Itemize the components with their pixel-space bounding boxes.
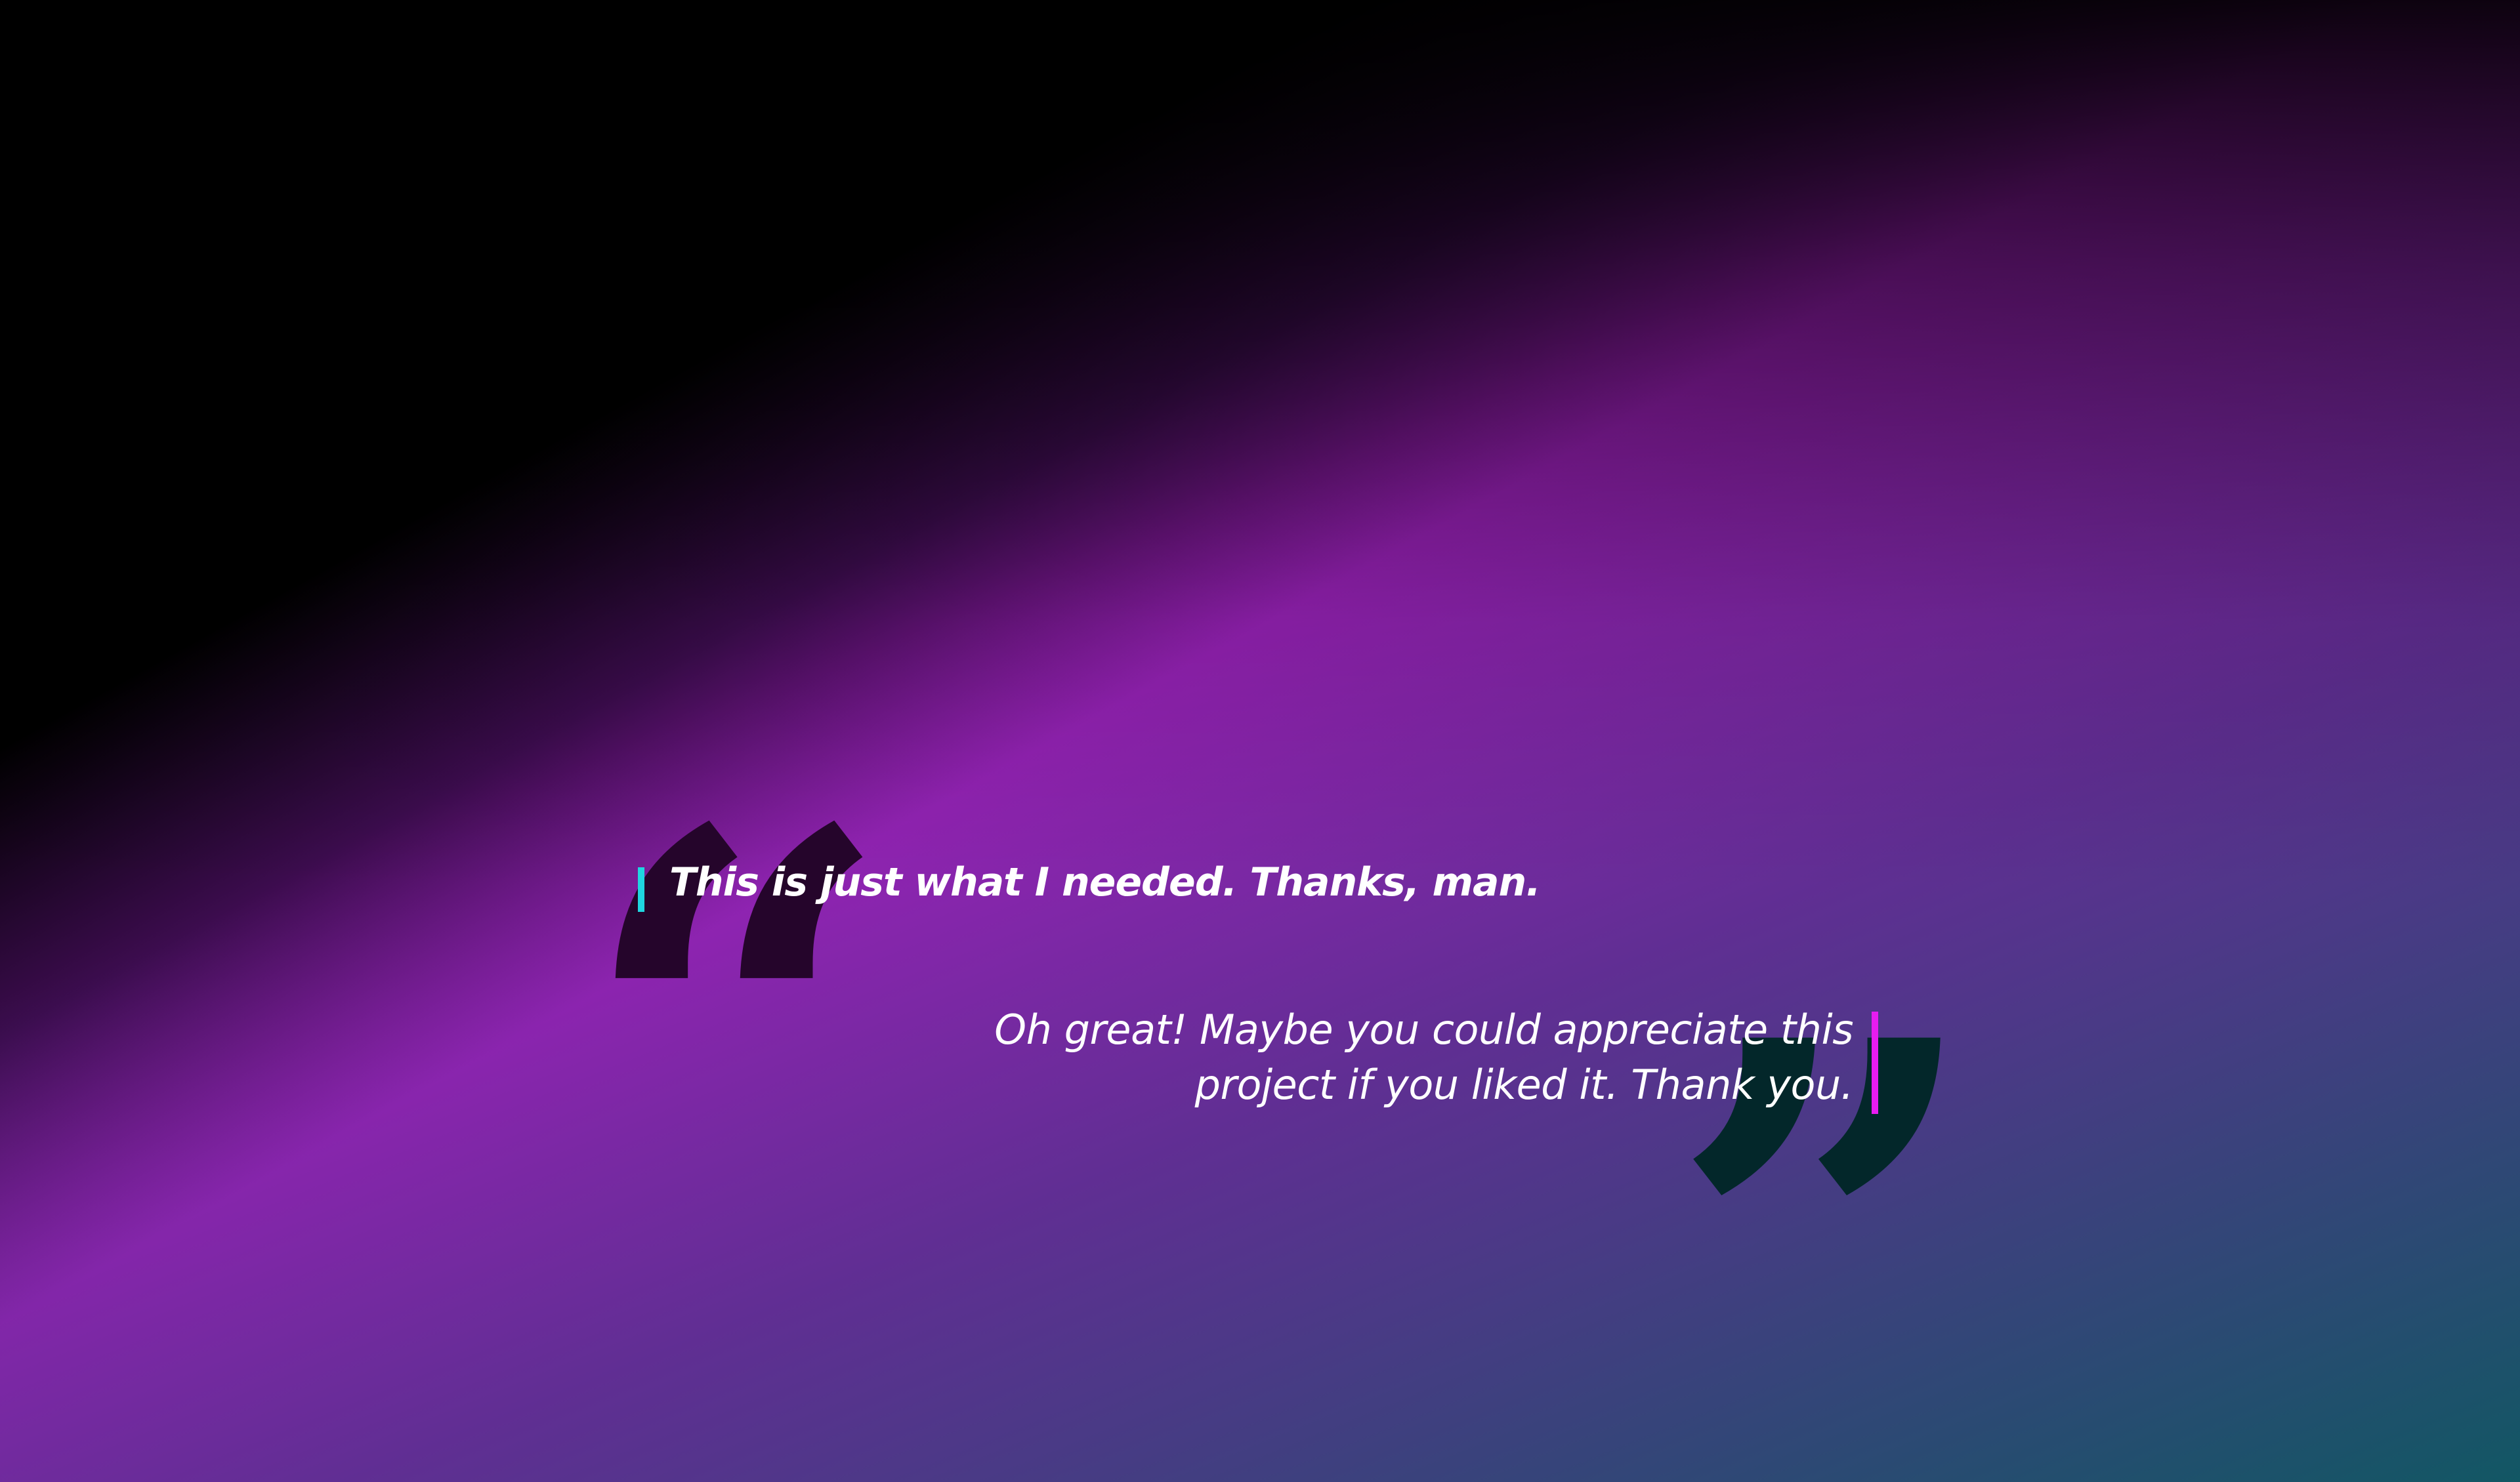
message-1-accent-bar <box>638 867 644 912</box>
reply-message: Oh great! Maybe you could appreciate thi… <box>994 1006 1853 1109</box>
open-quote-icon: “ <box>578 712 895 1360</box>
message-2-accent-bar <box>1872 1012 1878 1114</box>
testimonial-message: This is just what I needed. Thanks, man. <box>669 859 1541 905</box>
background-top-shade <box>0 0 2520 1482</box>
